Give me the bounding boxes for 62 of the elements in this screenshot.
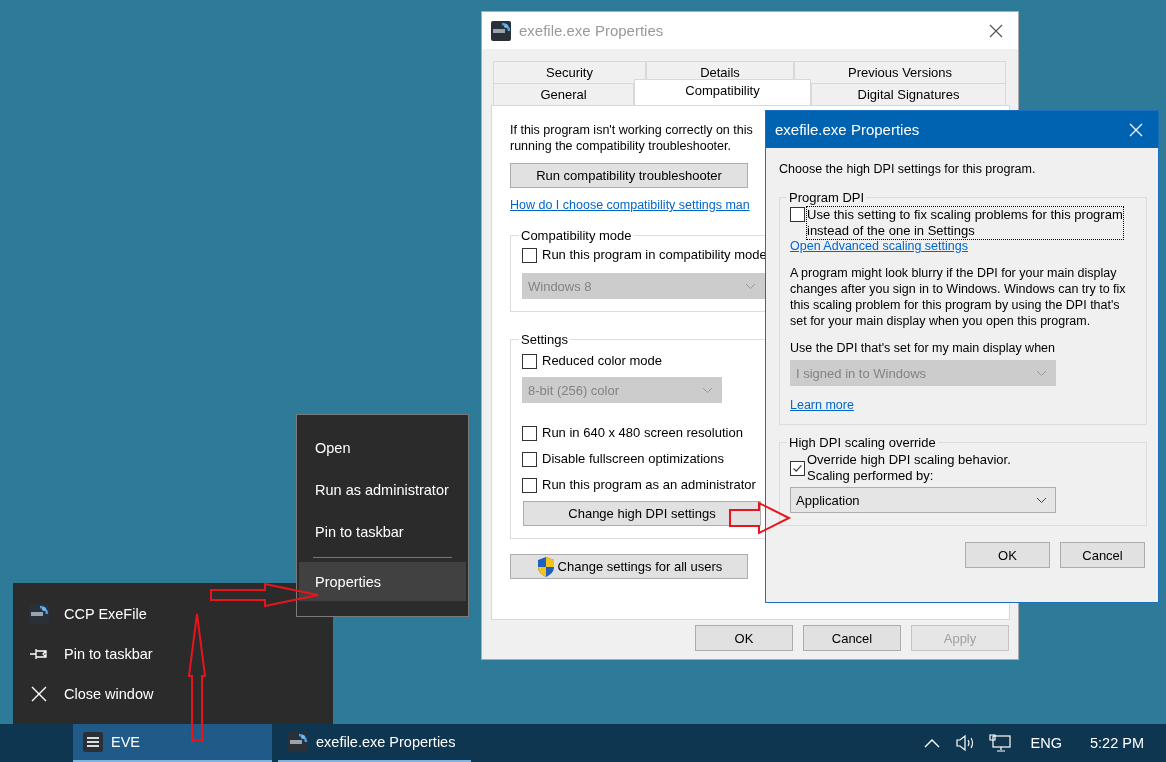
tab[interactable]: Digital Signatures xyxy=(811,83,1006,105)
help-link[interactable]: How do I choose compatibility settings man xyxy=(510,198,750,212)
checkbox-label: Reduced color mode xyxy=(542,353,662,369)
intro-text: If this program isn't working correctly on this running the compatibility troubleshooter. xyxy=(510,122,753,154)
checkbox-label: Run in 640 x 480 screen resolution xyxy=(542,425,743,441)
dialog-button[interactable]: OK xyxy=(965,542,1050,568)
advanced-scaling-link[interactable]: Open Advanced scaling settings xyxy=(790,239,968,253)
tab[interactable]: Previous Versions xyxy=(794,61,1006,83)
all-users-button[interactable]: Change settings for all users xyxy=(510,554,748,579)
menu-item[interactable]: Open xyxy=(299,427,466,469)
app-logo-icon xyxy=(29,604,49,624)
group-title: Settings xyxy=(520,332,569,347)
checkbox[interactable] xyxy=(790,207,805,222)
checkbox-label: Use this setting to fix scaling problems for this program instead of the one in Settings xyxy=(807,207,1123,239)
checkbox-label: Disable fullscreen optimizations xyxy=(542,451,725,467)
taskbar-button[interactable]: EVE xyxy=(73,724,272,762)
taskbar-button[interactable]: exefile.exe Properties xyxy=(278,724,471,762)
chevron-down-icon[interactable] xyxy=(1036,496,1047,504)
window-title: exefile.exe Properties xyxy=(519,22,665,39)
checkbox[interactable] xyxy=(790,460,805,476)
dropdown[interactable]: Application xyxy=(790,487,1056,513)
arrow xyxy=(729,501,792,535)
group-title: Program DPI xyxy=(788,190,866,205)
prompt-text: Use the DPI that's set for my main display when xyxy=(790,341,1055,355)
clock[interactable]: 5:22 PM xyxy=(1090,735,1144,751)
menu-item[interactable]: Run as administrator xyxy=(299,469,466,511)
close-icon[interactable] xyxy=(989,23,1003,38)
menu-item[interactable]: Close window xyxy=(64,686,154,702)
learn-more-link[interactable]: Learn more xyxy=(790,398,854,412)
group-title: High DPI scaling override xyxy=(788,435,937,450)
group-title: Compatibility mode xyxy=(520,228,633,243)
shield-icon xyxy=(535,555,556,578)
menu-item[interactable]: Pin to taskbar xyxy=(64,646,153,662)
menu-item[interactable]: Properties xyxy=(299,562,466,601)
app-logo-icon xyxy=(491,20,511,41)
troubleshooter-button[interactable]: Run compatibility troubleshooter xyxy=(510,163,748,188)
window-title: exefile.exe Properties xyxy=(775,121,921,138)
speaker-icon[interactable] xyxy=(954,734,975,752)
app-logo-icon xyxy=(288,732,308,752)
checkbox-label: Override high DPI scaling behavior. Scaling performed by: xyxy=(807,452,1011,484)
checkbox[interactable] xyxy=(522,353,537,369)
checkbox-label: Run this program in compatibility mode xyxy=(542,247,767,263)
network-icon[interactable] xyxy=(988,734,1011,752)
dialog-button[interactable]: Cancel xyxy=(1060,542,1145,568)
language-indicator[interactable]: ENG xyxy=(1030,735,1062,751)
checkbox[interactable] xyxy=(522,451,537,467)
tab[interactable]: Security xyxy=(493,61,646,83)
menu-icon xyxy=(83,732,103,752)
description-text: A program might look blurry if the DPI for your main display changes after you sign in to Windows. Windows can try to fix this scaling problem for this program by using the DPI that's set for your main display when you open this program. xyxy=(790,265,1126,329)
checkbox-label: Run this program as an administrator xyxy=(542,477,756,493)
dialog-button[interactable]: OK xyxy=(695,625,793,651)
instruction-text: Choose the high DPI settings for this program. xyxy=(779,162,1037,176)
close-icon xyxy=(29,684,49,704)
menu-item[interactable]: Pin to taskbar xyxy=(299,511,466,553)
tab[interactable]: Compatibility xyxy=(634,79,811,105)
dpi-settings-button[interactable]: Change high DPI settings xyxy=(523,501,761,526)
dialog-button[interactable]: Cancel xyxy=(803,625,901,651)
checkbox[interactable] xyxy=(522,247,537,263)
menu-item[interactable]: CCP ExeFile xyxy=(64,606,147,622)
tab[interactable]: General xyxy=(493,83,634,105)
checkbox[interactable] xyxy=(522,477,537,493)
checkbox[interactable] xyxy=(522,425,537,441)
